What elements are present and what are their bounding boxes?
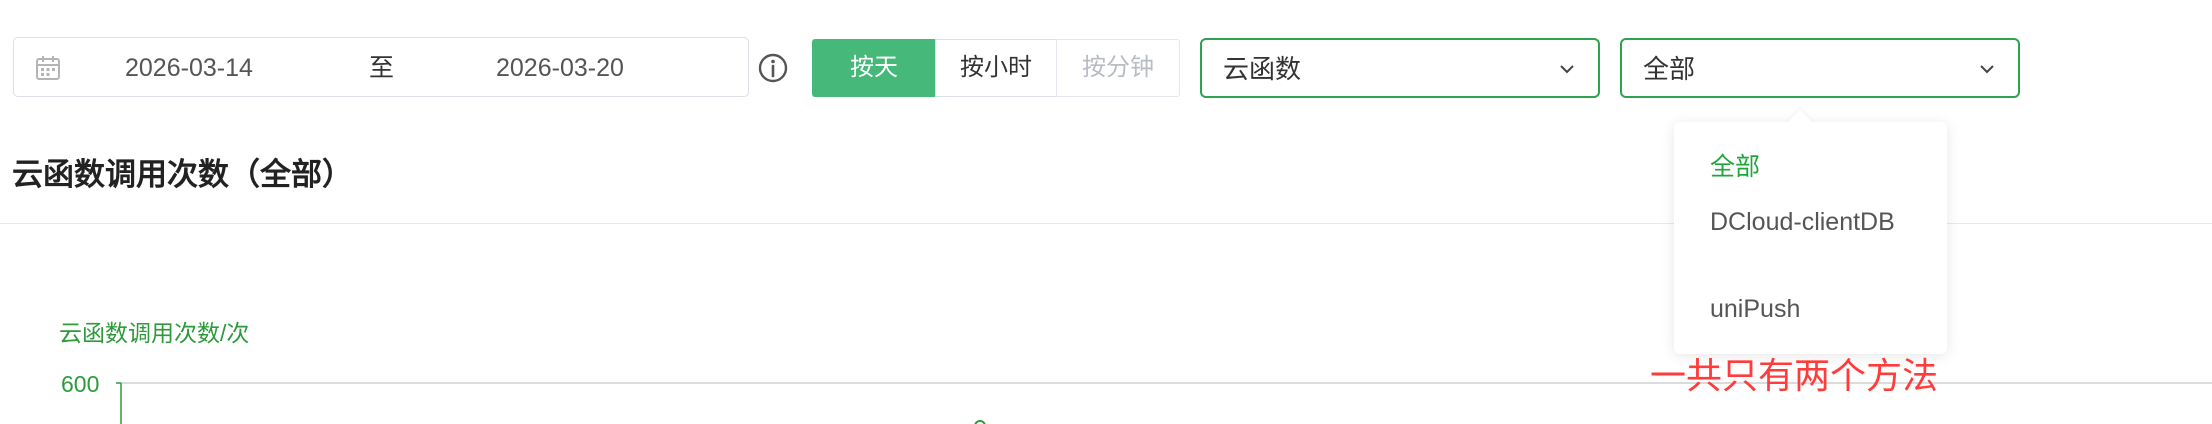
dropdown-arrow (1788, 109, 1812, 133)
end-date[interactable]: 2026-03-20 (496, 53, 624, 83)
date-separator: 至 (369, 54, 395, 82)
chevron-down-icon (1560, 65, 1574, 74)
type-select[interactable]: 云函数 (1200, 38, 1600, 98)
dropdown-option-dcloud-clientdb[interactable]: DCloud-clientDB (1710, 207, 1900, 238)
annotation-text: 一共只有两个方法 (1650, 355, 1939, 396)
calendar-icon (36, 56, 60, 80)
dropdown-option-unipush[interactable]: uniPush (1710, 294, 1800, 325)
chevron-down-icon (1980, 65, 1994, 74)
section-title: 云函数调用次数（全部） (12, 157, 353, 192)
method-select-value: 全部 (1643, 54, 1696, 84)
info-icon[interactable] (757, 52, 789, 84)
by-hour-button[interactable]: 按小时 (935, 39, 1057, 97)
method-select[interactable]: 全部 (1620, 38, 2020, 98)
date-range-picker[interactable]: 2026-03-14 至 2026-03-20 (13, 37, 749, 97)
chart-y-axis-label: 云函数调用次数/次 (59, 320, 250, 346)
method-dropdown: 全部 DCloud-clientDB uniPush (1674, 109, 1947, 354)
start-date[interactable]: 2026-03-14 (125, 53, 253, 83)
by-minute-button[interactable]: 按分钟 (1056, 39, 1180, 97)
type-select-value: 云函数 (1223, 54, 1302, 84)
by-day-button[interactable]: 按天 (812, 39, 936, 97)
dropdown-option-all[interactable]: 全部 (1710, 152, 1760, 183)
